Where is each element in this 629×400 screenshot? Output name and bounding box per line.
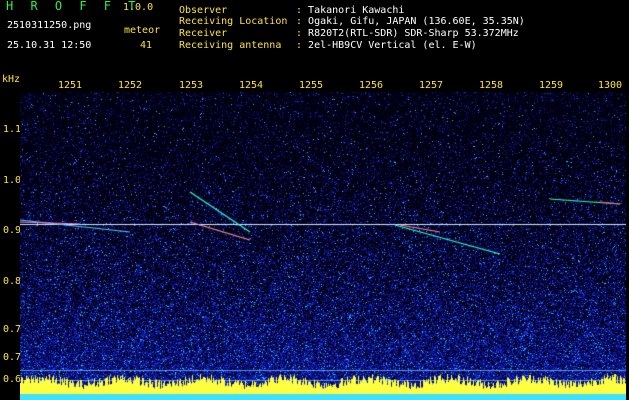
- y-axis-unit: kHz: [2, 74, 21, 85]
- x-tick: 1259: [539, 80, 564, 91]
- info-row-value: : Ogaki, Gifu, JAPAN (136.60E, 35.35N): [296, 16, 525, 27]
- x-tick: 1300: [598, 80, 623, 91]
- info-label: Receiving Location: [179, 16, 288, 27]
- info-label: Receiver: [179, 28, 228, 39]
- y-tick: 1.0: [3, 175, 22, 186]
- x-tick: 1255: [299, 80, 324, 91]
- info-value: 2el-HB9CV Vertical (el. E-W): [308, 40, 477, 51]
- x-tick: 1252: [118, 80, 143, 91]
- x-tick: 1257: [419, 80, 444, 91]
- x-tick: 1253: [179, 80, 204, 91]
- info-row-value: : R820T2(RTL-SDR) SDR-Sharp 53.372MHz: [296, 28, 519, 39]
- file-name: 2510311250.png: [7, 20, 92, 31]
- y-tick: 1.1: [3, 124, 22, 135]
- info-value: Ogaki, Gifu, JAPAN (136.60E, 35.35N): [308, 16, 525, 27]
- info-row: Receiver: [179, 28, 227, 39]
- meteor-label: meteor: [124, 25, 161, 36]
- x-tick: 1256: [359, 80, 384, 91]
- info-row: Observer: [179, 5, 227, 16]
- x-tick: 1254: [239, 80, 264, 91]
- app-version: 1.0.0: [123, 2, 154, 13]
- y-tick: 0.9: [3, 225, 22, 236]
- meteor-count: 41: [140, 40, 153, 51]
- info-row-value: : Takanori Kawachi: [296, 5, 405, 16]
- y-tick: 0.6: [3, 374, 22, 385]
- app-title: H R O F F T: [6, 0, 141, 13]
- y-tick: 0.8: [3, 276, 22, 287]
- x-tick: 1251: [58, 80, 83, 91]
- info-label: Receiving antenna: [179, 40, 282, 51]
- info-row: Receiving Location: [179, 16, 287, 27]
- info-row-value: : 2el-HB9CV Vertical (el. E-W): [296, 40, 477, 51]
- info-value: R820T2(RTL-SDR) SDR-Sharp 53.372MHz: [308, 28, 519, 39]
- x-tick: 1258: [479, 80, 504, 91]
- info-value: Takanori Kawachi: [308, 5, 405, 16]
- y-tick: 0.7: [3, 352, 22, 363]
- info-row: Receiving antenna: [179, 40, 281, 51]
- info-label: Observer: [179, 5, 228, 16]
- waterfall-spectrogram: [20, 92, 626, 400]
- timestamp: 25.10.31 12:50: [7, 40, 92, 51]
